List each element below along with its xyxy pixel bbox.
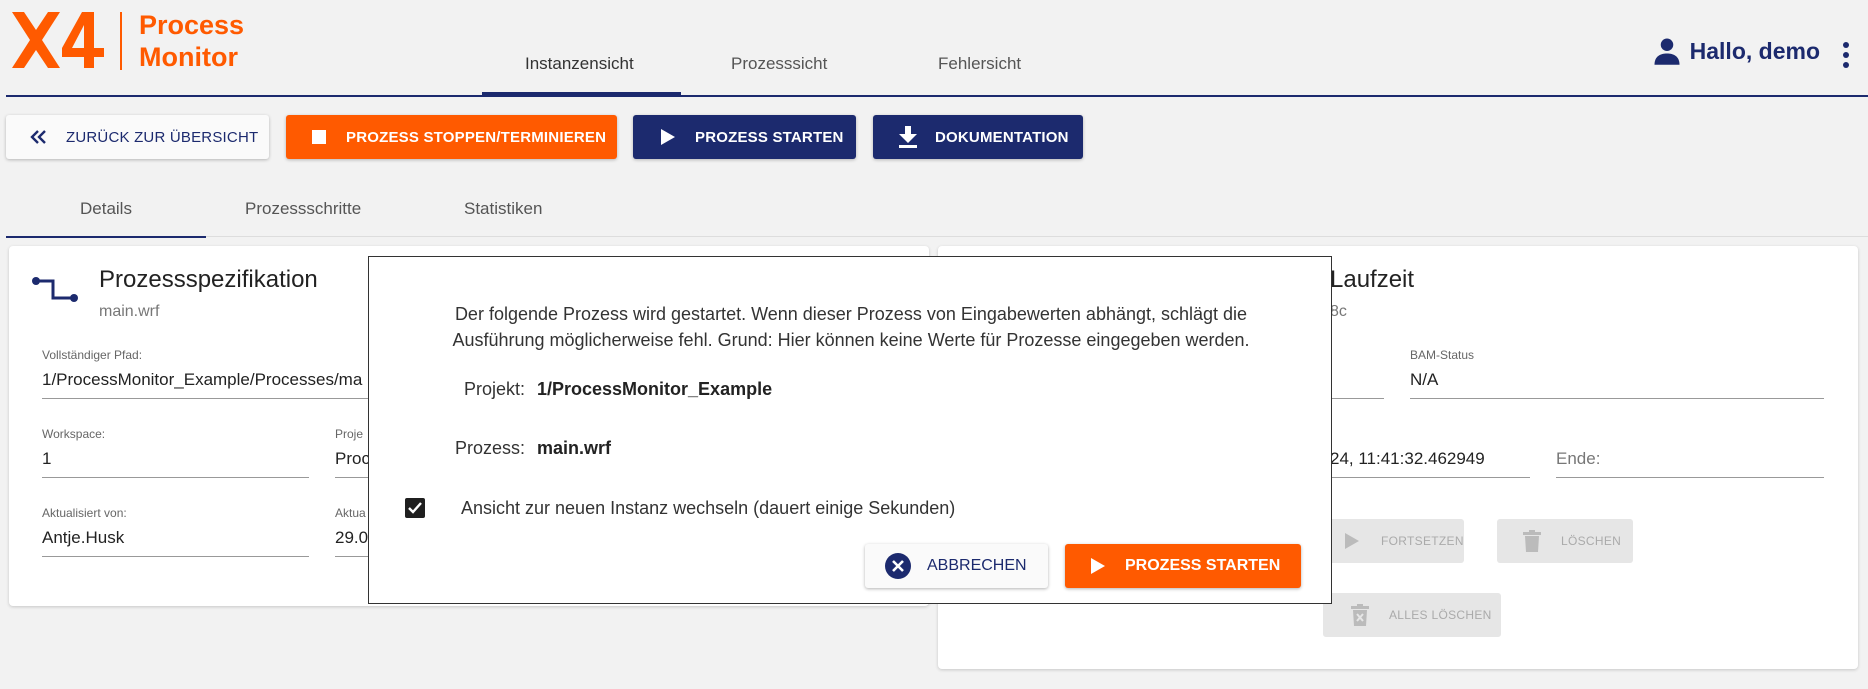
cancel-circle-icon (885, 553, 911, 579)
runtime-card-title: Laufzeit (1330, 266, 1415, 293)
runtime-field-left-value (1330, 370, 1384, 399)
stop-button-label: PROZESS STOPPEN/TERMINIEREN (346, 128, 607, 146)
updated-by-field: Aktualisiert von: Antje.Husk (42, 506, 309, 557)
back-to-overview-button[interactable]: ZURÜCK ZUR ÜBERSICHT (6, 115, 269, 159)
more-vert-icon[interactable] (1842, 42, 1850, 68)
start-time-value: 24, 11:41:32.462949 (1330, 449, 1530, 478)
play-icon (1091, 558, 1105, 574)
runtime-field-left: . (1330, 348, 1384, 399)
logo-line-1: Process (139, 10, 245, 40)
logo-divider (120, 12, 122, 70)
documentation-button-label: DOKUMENTATION (935, 128, 1069, 146)
dialog-start-button[interactable]: PROZESS STARTEN (1065, 544, 1301, 588)
updated-by-value: Antje.Husk (42, 528, 309, 557)
tab-instanzensicht[interactable]: Instanzensicht (525, 54, 634, 74)
user-greeting: Hallo, demo (1689, 37, 1820, 64)
checkmark-icon (408, 502, 422, 514)
app-logo-text: Process Monitor (139, 9, 244, 73)
dialog-cancel-button[interactable]: ABBRECHEN (865, 544, 1048, 588)
workspace-label: Workspace: (42, 427, 106, 441)
delete-button[interactable]: LÖSCHEN (1497, 519, 1633, 563)
tab-statistiken[interactable]: Statistiken (464, 199, 542, 219)
tab-details[interactable]: Details (80, 199, 132, 219)
dialog-project-row: Projekt: 1/ProcessMonitor_Example (401, 379, 772, 400)
spec-card-title: Prozessspezifikation (99, 266, 318, 293)
spec-card-subtitle: main.wrf (99, 303, 160, 320)
dialog-project-value: 1/ProcessMonitor_Example (537, 379, 773, 399)
workspace-value: 1 (42, 449, 309, 478)
bam-status-value: N/A (1410, 370, 1824, 399)
continue-button-label: FORTSETZEN (1381, 534, 1464, 548)
user-menu[interactable]: Hallo, demo (1652, 36, 1820, 66)
documentation-button[interactable]: DOKUMENTATION (873, 115, 1083, 159)
bam-status-field: BAM-Status N/A (1410, 348, 1824, 399)
dialog-project-label: Projekt: (463, 379, 525, 399)
tab-fehlersicht[interactable]: Fehlersicht (938, 54, 1021, 74)
continue-button[interactable]: FORTSETZEN (1323, 519, 1464, 563)
header-divider (6, 95, 1868, 97)
bam-status-label: BAM-Status (1410, 348, 1475, 362)
user-icon (1654, 38, 1680, 65)
play-icon (1337, 533, 1367, 549)
double-chevron-left-icon (26, 129, 52, 145)
subtab-divider (206, 236, 1868, 237)
process-flow-icon (32, 277, 78, 302)
download-icon (895, 126, 921, 148)
play-icon (655, 129, 681, 145)
app-header: Process Monitor Instanzensicht Prozesssi… (0, 0, 1868, 97)
end-time-field: . Ende: (1556, 427, 1824, 478)
x4-logo-icon (12, 12, 104, 68)
delete-all-button[interactable]: ALLES LÖSCHEN (1323, 593, 1501, 637)
start-process-dialog: Der folgende Prozess wird gestartet. Wen… (368, 256, 1332, 604)
dialog-cancel-label: ABBRECHEN (927, 557, 1027, 574)
switch-view-checkbox[interactable] (405, 498, 425, 518)
dialog-process-value: main.wrf (537, 438, 612, 458)
start-button-label: PROZESS STARTEN (695, 128, 844, 146)
delete-forever-icon (1345, 604, 1375, 626)
trash-icon (1517, 530, 1547, 552)
logo-line-2: Monitor (139, 42, 238, 72)
start-time-field: . 24, 11:41:32.462949 (1330, 427, 1530, 478)
start-process-button[interactable]: PROZESS STARTEN (633, 115, 856, 159)
subtab-active-indicator (6, 236, 206, 238)
switch-view-checkbox-label[interactable]: Ansicht zur neuen Instanz wechseln (daue… (461, 498, 955, 519)
workspace-field: Workspace: 1 (42, 427, 309, 478)
dialog-process-row: Prozess: main.wrf (401, 438, 611, 459)
dialog-process-label: Prozess: (454, 438, 525, 458)
back-button-label: ZURÜCK ZUR ÜBERSICHT (66, 128, 259, 146)
stop-process-button[interactable]: PROZESS STOPPEN/TERMINIEREN (286, 115, 617, 159)
delete-all-button-label: ALLES LÖSCHEN (1389, 608, 1492, 622)
updated-by-label: Aktualisiert von: (42, 506, 127, 520)
tab-prozessschritte[interactable]: Prozessschritte (245, 199, 361, 219)
delete-button-label: LÖSCHEN (1561, 534, 1622, 548)
tab-prozesssicht[interactable]: Prozesssicht (731, 54, 827, 74)
runtime-card-subtitle: 8c (1330, 303, 1347, 320)
dialog-start-label: PROZESS STARTEN (1125, 557, 1281, 574)
dialog-message: Der folgende Prozess wird gestartet. Wen… (452, 304, 1250, 350)
stop-icon (306, 130, 332, 144)
end-time-label: Ende: (1556, 449, 1824, 478)
